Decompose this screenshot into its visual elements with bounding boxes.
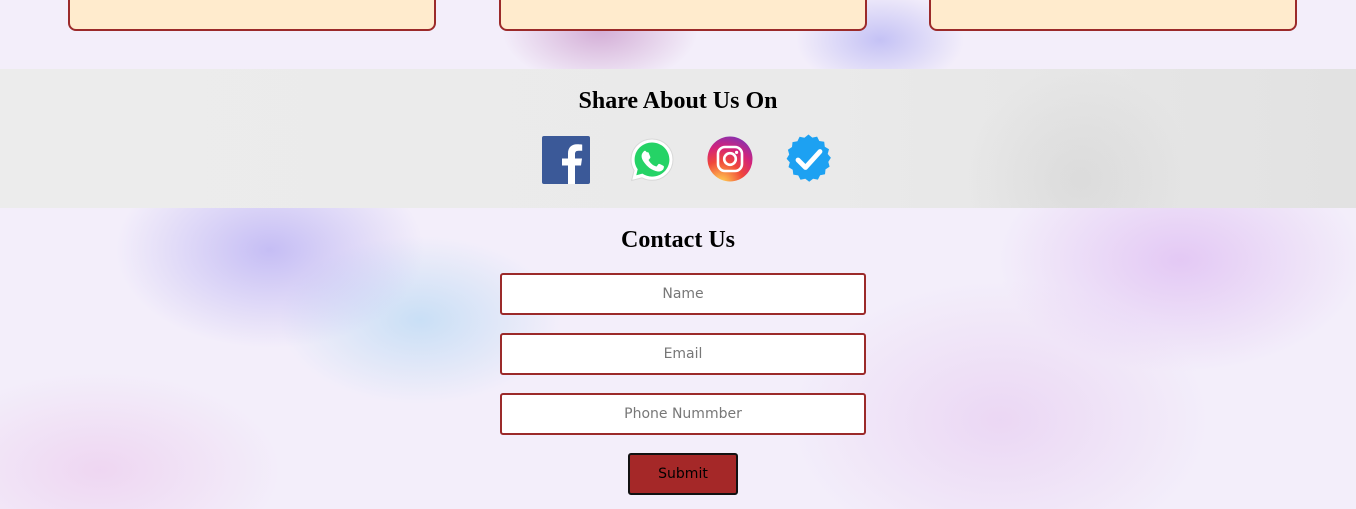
verified-badge-icon[interactable] — [782, 133, 835, 186]
whatsapp-icon[interactable] — [628, 136, 676, 184]
feature-card-1 — [68, 0, 436, 31]
submit-button[interactable]: Submit — [628, 453, 738, 495]
feature-card-2 — [499, 0, 867, 31]
phone-input[interactable] — [500, 393, 866, 435]
instagram-icon[interactable] — [707, 136, 753, 182]
share-section: Share About Us On — [0, 69, 1356, 208]
contact-title: Contact Us — [621, 227, 735, 253]
name-input[interactable] — [500, 273, 866, 315]
share-title: Share About Us On — [578, 88, 778, 114]
facebook-icon[interactable] — [542, 136, 590, 184]
email-input[interactable] — [500, 333, 866, 375]
feature-card-3 — [929, 0, 1297, 31]
